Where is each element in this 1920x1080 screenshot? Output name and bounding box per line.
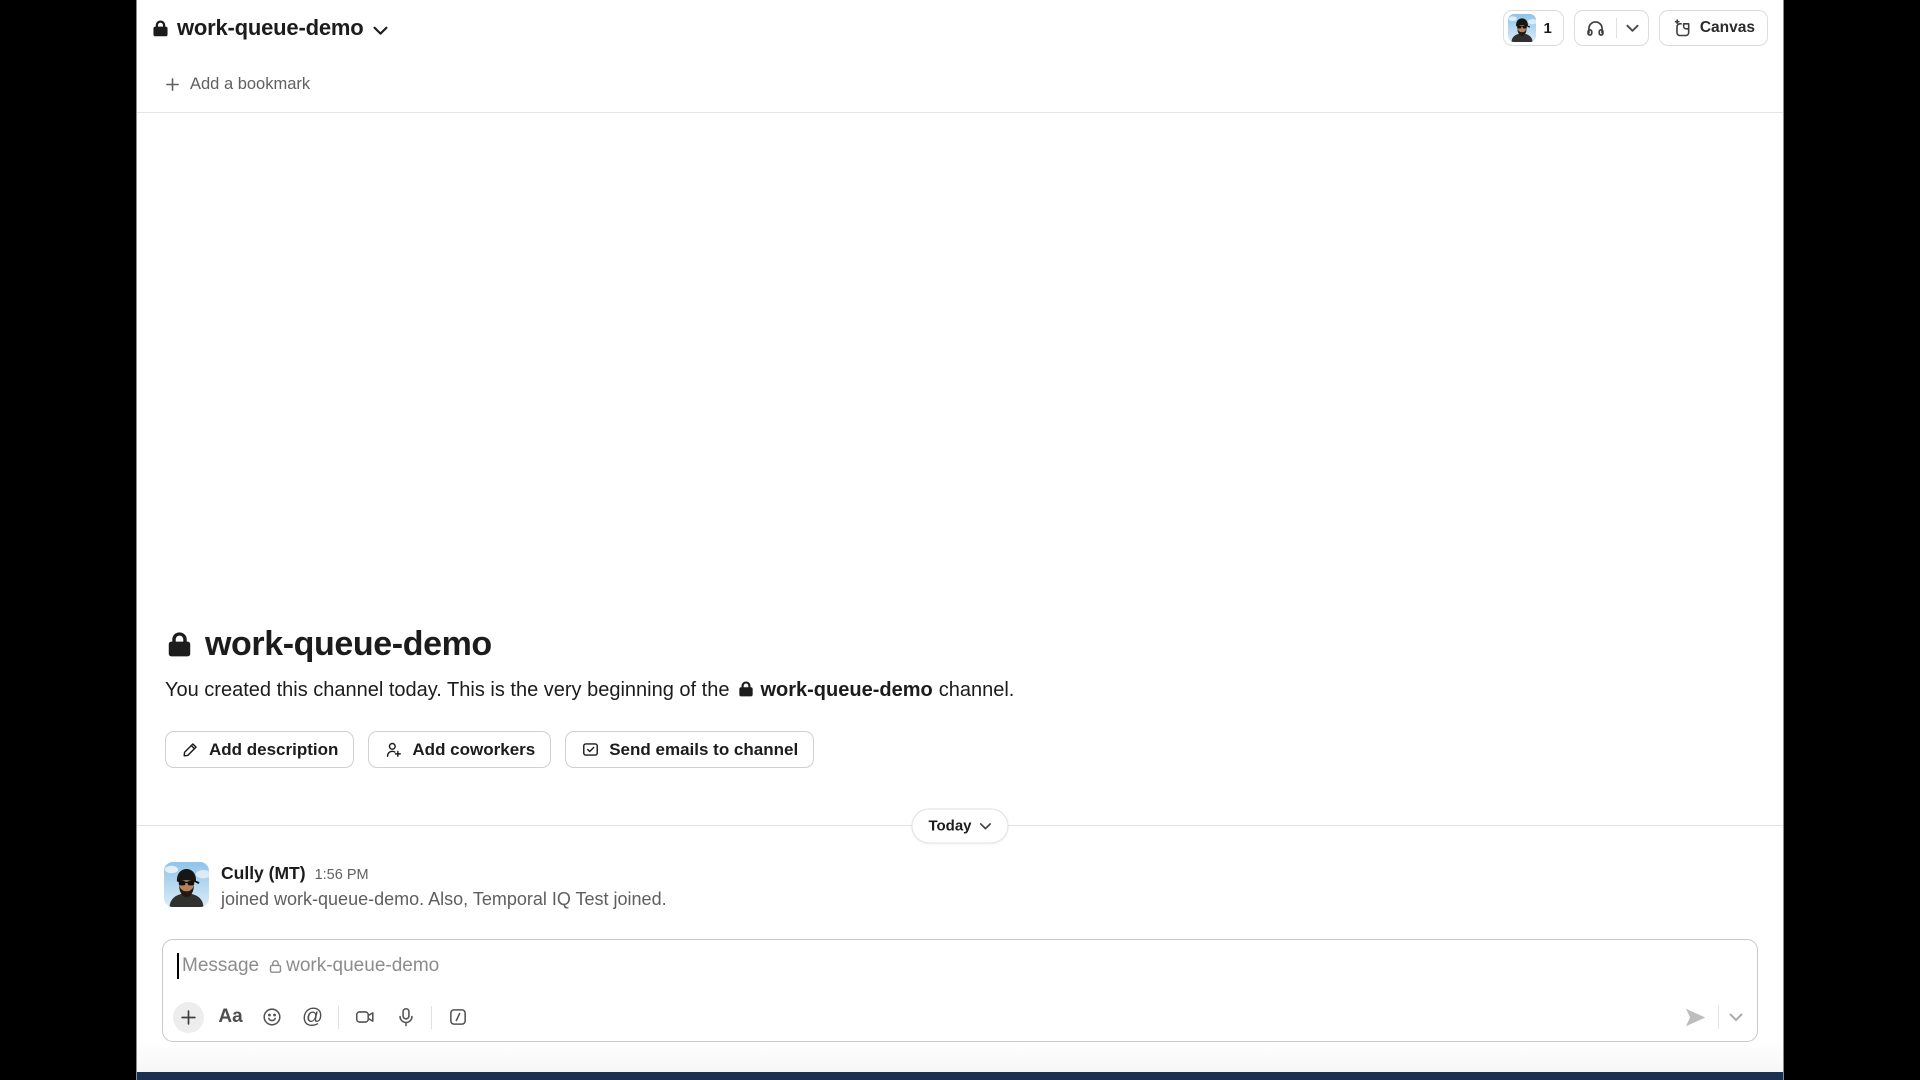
add-coworkers-button[interactable]: Add coworkers	[368, 731, 551, 768]
slash-shortcuts-icon	[447, 1006, 469, 1028]
date-divider-label: Today	[928, 818, 971, 835]
add-description-label: Add description	[209, 740, 338, 760]
channel-name: work-queue-demo	[177, 15, 363, 41]
schedule-send-button[interactable]	[1729, 1013, 1743, 1022]
message-timestamp[interactable]: 1:56 PM	[315, 867, 369, 883]
chevron-down-icon	[373, 26, 388, 36]
huddle-control	[1574, 10, 1649, 46]
formatting-button[interactable]: Aa	[210, 1001, 251, 1033]
add-coworkers-label: Add coworkers	[412, 740, 535, 760]
canvas-button[interactable]: Canvas	[1659, 10, 1768, 46]
toolbar-divider	[338, 1006, 339, 1029]
intro-description-channel: work-queue-demo	[760, 679, 932, 701]
chevron-down-icon	[980, 822, 992, 830]
message-header: Cully (MT) 1:56 PM	[221, 863, 667, 884]
channel-intro-actions: Add description Add coworkers Send email…	[165, 731, 1755, 768]
window-bottom-edge	[137, 1042, 1783, 1080]
shortcuts-button[interactable]	[437, 1001, 478, 1033]
send-icon	[1683, 1005, 1708, 1030]
mention-button[interactable]: @	[292, 1001, 333, 1033]
huddle-button[interactable]	[1575, 11, 1616, 45]
intro-description-suffix: channel.	[939, 679, 1015, 701]
video-camera-icon	[354, 1006, 376, 1028]
chevron-down-icon	[1729, 1013, 1743, 1022]
pencil-icon	[181, 740, 200, 759]
slack-channel-window: work-queue-demo 1	[137, 0, 1783, 1080]
audio-clip-button[interactable]	[385, 1001, 426, 1033]
person-add-icon	[384, 740, 403, 759]
member-avatar-image	[1508, 14, 1536, 42]
add-bookmark-label: Add a bookmark	[190, 75, 310, 94]
channel-header: work-queue-demo 1	[137, 0, 1783, 56]
bookmarks-bar: Add a bookmark	[137, 56, 1783, 113]
emoji-button[interactable]	[251, 1001, 292, 1033]
send-emails-label: Send emails to channel	[609, 740, 798, 760]
text-cursor	[177, 953, 179, 979]
message-body: Cully (MT) 1:56 PM joined work-queue-dem…	[221, 862, 667, 910]
video-clip-button[interactable]	[344, 1001, 385, 1033]
formatting-icon: Aa	[218, 1006, 242, 1028]
header-actions: 1	[1503, 10, 1769, 46]
message-avatar[interactable]	[164, 862, 209, 907]
toolbar-divider	[431, 1006, 432, 1029]
headphones-icon	[1585, 18, 1606, 39]
lock-icon	[165, 630, 194, 659]
plus-icon	[180, 1009, 197, 1026]
channel-intro-name: work-queue-demo	[205, 625, 492, 664]
intro-description-prefix: You created this channel today. This is …	[165, 679, 729, 701]
send-divider	[1718, 1005, 1719, 1029]
lock-icon	[737, 680, 755, 698]
huddle-options-button[interactable]	[1617, 11, 1648, 45]
channel-title-button[interactable]: work-queue-demo	[151, 15, 388, 41]
send-emails-button[interactable]: Send emails to channel	[565, 731, 814, 768]
bottom-navy-bar	[137, 1072, 1783, 1080]
add-description-button[interactable]: Add description	[165, 731, 354, 768]
plus-icon	[165, 77, 180, 92]
add-bookmark-button[interactable]: Add a bookmark	[165, 75, 310, 94]
member-count: 1	[1544, 20, 1552, 37]
attach-button[interactable]	[173, 1002, 204, 1033]
email-check-icon	[581, 740, 600, 759]
channel-intro: work-queue-demo You created this channel…	[137, 625, 1783, 768]
microphone-icon	[395, 1006, 417, 1028]
members-button[interactable]: 1	[1503, 10, 1564, 46]
message-text: joined work-queue-demo. Also, Temporal I…	[221, 889, 667, 910]
emoji-icon	[261, 1006, 283, 1028]
message-composer: Message work-queue-demo Aa @	[162, 939, 1758, 1042]
message-input[interactable]: Message work-queue-demo	[163, 940, 1757, 979]
message-author[interactable]: Cully (MT)	[221, 863, 306, 884]
date-divider-line: Today	[137, 825, 1783, 826]
channel-intro-title: work-queue-demo	[165, 625, 1755, 664]
date-divider-button[interactable]: Today	[911, 809, 1008, 844]
composer-toolbar: Aa @	[163, 1001, 1757, 1041]
message-row: Cully (MT) 1:56 PM joined work-queue-dem…	[137, 862, 1783, 910]
avatar-image	[164, 862, 209, 907]
composer-container: Message work-queue-demo Aa @	[137, 910, 1783, 1042]
lock-outline-icon	[267, 958, 284, 975]
canvas-icon	[1672, 18, 1692, 38]
avatar	[1508, 14, 1536, 42]
lock-icon	[151, 19, 170, 38]
mention-icon: @	[302, 1005, 323, 1029]
composer-placeholder-channel: work-queue-demo	[286, 955, 439, 977]
message-pane: work-queue-demo You created this channel…	[137, 113, 1783, 910]
send-button[interactable]	[1683, 1005, 1708, 1030]
canvas-label: Canvas	[1700, 19, 1755, 37]
chevron-down-icon	[1626, 24, 1639, 33]
channel-intro-description: You created this channel today. This is …	[165, 679, 1755, 702]
composer-placeholder-prefix: Message	[182, 955, 259, 977]
